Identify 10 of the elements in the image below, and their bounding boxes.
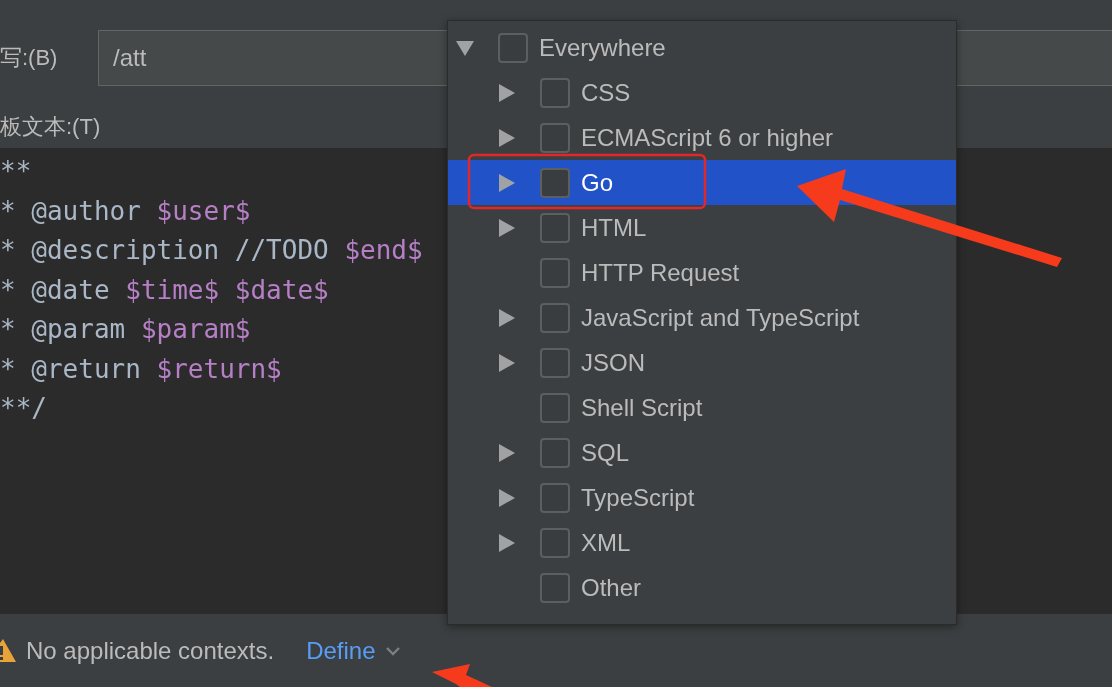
code-line: **/: [0, 392, 47, 425]
code-line: * @date $time$ $date$: [0, 273, 329, 307]
code-line: * @param $param$: [0, 313, 251, 346]
code-line: * @author $user$: [0, 194, 251, 228]
code-line: **: [0, 155, 32, 188]
code-line: * @return $return$: [0, 352, 282, 386]
code-line: * @description //TODO $end$: [0, 234, 423, 267]
abbreviation-label: 写:(B): [0, 44, 59, 72]
template-text-label: 板文本:(T): [0, 113, 101, 141]
status-message: No applicable contexts.: [26, 636, 275, 665]
